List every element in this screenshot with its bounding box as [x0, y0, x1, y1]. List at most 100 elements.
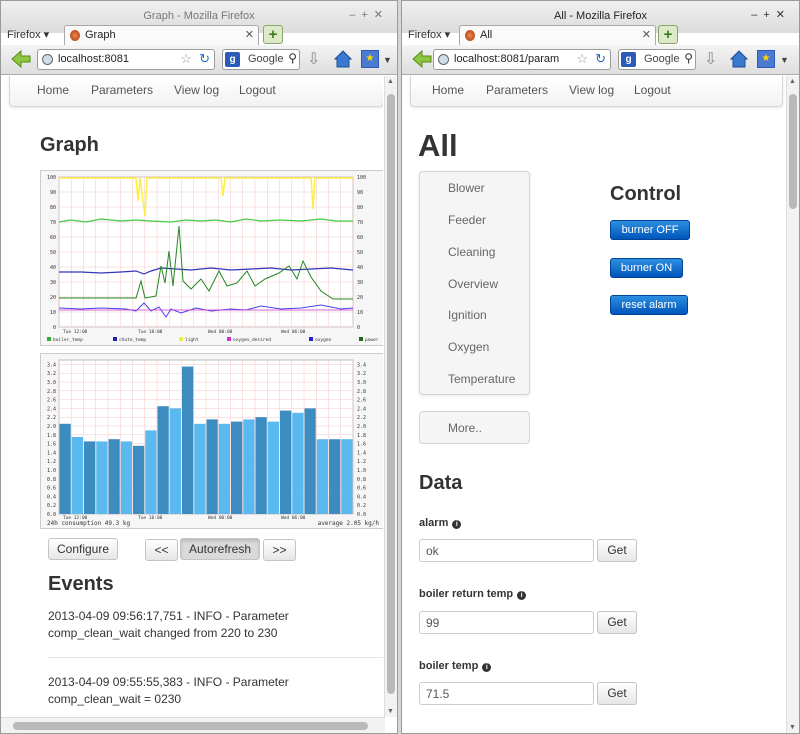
- nav-logout[interactable]: Logout: [239, 83, 276, 97]
- home-icon[interactable]: [730, 50, 748, 68]
- bar-chart-svg: 3.4 3.2 3.0 2.8 2.6 2.4 2.2 2.0 1.8 1.6 1.4 1.2 1.0 0…: [47, 359, 380, 527]
- reload-icon[interactable]: ↻: [595, 51, 606, 67]
- prev-button[interactable]: <<: [145, 539, 178, 561]
- search-icon[interactable]: ⚲: [288, 51, 297, 65]
- sidenav-item-oxygen[interactable]: Oxygen: [448, 340, 489, 354]
- scroll-up-icon[interactable]: ▲: [387, 78, 394, 85]
- firefox-menu-button[interactable]: Firefox ▾: [7, 28, 49, 41]
- sidenav-item-ignition[interactable]: Ignition: [448, 308, 487, 322]
- horizontal-scrollbar[interactable]: [1, 717, 385, 733]
- event-item: 2013-04-09 09:55:55,383 - INFO - Paramet…: [48, 675, 289, 706]
- scrollbar-thumb[interactable]: [387, 94, 395, 694]
- bar: [218, 423, 230, 514]
- scrollbar-thumb[interactable]: [13, 722, 368, 730]
- bookmark-star-icon[interactable]: ☆: [180, 51, 192, 67]
- more-button[interactable]: More..: [419, 411, 530, 444]
- browser-tab-graph[interactable]: Graph ✕: [64, 25, 259, 45]
- scroll-down-icon[interactable]: ▼: [789, 724, 796, 731]
- x-axis-labels: Tue 12:00 Tue 18:00 Wed 00:00 Wed 06:00: [63, 329, 306, 335]
- sidenav-item-blower[interactable]: Blower: [448, 181, 485, 195]
- boiler-temp-input[interactable]: 71.5: [419, 682, 594, 705]
- bar: [243, 419, 255, 514]
- info-icon[interactable]: i: [452, 520, 462, 529]
- autorefresh-button[interactable]: Autorefresh: [180, 538, 260, 560]
- reset-alarm-button[interactable]: reset alarm: [610, 295, 688, 315]
- search-bar[interactable]: g Google ⚲: [222, 49, 300, 70]
- scroll-up-icon[interactable]: ▲: [789, 78, 796, 85]
- sidenav-item-cleaning[interactable]: Cleaning: [448, 245, 495, 259]
- y-axis-labels-right: 3.4 3.2 3.0 2.8 2.6 2.4 2.2 2.0 1.8 1.6 1.4 1.2 1.0 0…: [357, 362, 366, 518]
- browser-tab-all[interactable]: All ✕: [459, 25, 656, 45]
- back-arrow-icon[interactable]: [412, 50, 432, 68]
- reload-icon[interactable]: ↻: [199, 51, 210, 67]
- y-tick-label: 3.2: [357, 371, 366, 377]
- nav-parameters[interactable]: Parameters: [91, 83, 153, 97]
- y-tick-label: 10: [50, 310, 56, 316]
- y-axis-labels-right: 1009080706050403020100: [357, 175, 366, 331]
- new-tab-button[interactable]: +: [263, 25, 283, 44]
- y-tick-label: 2.8: [357, 389, 366, 395]
- tab-label: All: [480, 29, 493, 41]
- y-tick-label: 40: [357, 265, 363, 271]
- nav-view-log[interactable]: View log: [174, 83, 219, 97]
- burner-on-button[interactable]: burner ON: [610, 258, 683, 278]
- scrollbar-thumb[interactable]: [789, 94, 797, 209]
- field-label-boiler-return-temp: boiler return temp i: [419, 588, 527, 600]
- vertical-scrollbar[interactable]: ▲ ▼: [384, 76, 397, 717]
- y-tick-label: 1.0: [47, 468, 56, 474]
- boiler-return-temp-input[interactable]: 99: [419, 611, 594, 634]
- back-arrow-icon[interactable]: [11, 50, 31, 68]
- nav-view-log[interactable]: View log: [569, 83, 614, 97]
- url-text: localhost:8081: [58, 53, 129, 65]
- close-tab-icon[interactable]: ✕: [245, 28, 254, 41]
- menu-chevron-icon[interactable]: ▼: [780, 55, 789, 65]
- y-tick-label: 3.4: [357, 362, 366, 368]
- boiler-return-temp-get-button[interactable]: Get: [597, 611, 637, 634]
- url-bar[interactable]: localhost:8081/param ☆ ↻: [433, 49, 611, 70]
- consumption-average: average 2.05 kg/h: [318, 520, 380, 527]
- nav-logout[interactable]: Logout: [634, 83, 671, 97]
- bar: [206, 419, 218, 514]
- y-tick-label: 70: [50, 220, 56, 226]
- favicon-icon: [465, 30, 475, 41]
- bookmarks-icon[interactable]: ★: [757, 50, 775, 68]
- home-icon[interactable]: [334, 50, 352, 68]
- y-tick-label: 50: [357, 250, 363, 256]
- sidenav-item-overview[interactable]: Overview: [448, 277, 498, 291]
- firefox-menu-button[interactable]: Firefox ▾: [408, 28, 450, 41]
- search-icon[interactable]: ⚲: [684, 51, 693, 65]
- y-tick-label: 0: [357, 325, 360, 331]
- alarm-input[interactable]: ok: [419, 539, 594, 562]
- bookmark-star-icon[interactable]: ☆: [576, 51, 588, 67]
- nav-home[interactable]: Home: [37, 83, 69, 97]
- download-icon[interactable]: ⇩: [704, 49, 717, 69]
- menu-chevron-icon[interactable]: ▼: [383, 55, 392, 65]
- alarm-get-button[interactable]: Get: [597, 539, 637, 562]
- bar: [157, 406, 169, 514]
- app-navbar: Home Parameters View log Logout: [410, 76, 783, 107]
- nav-parameters[interactable]: Parameters: [486, 83, 548, 97]
- next-button[interactable]: >>: [263, 539, 296, 561]
- legend-label: boiler_temp: [53, 337, 83, 343]
- sidenav-item-feeder[interactable]: Feeder: [448, 213, 486, 227]
- search-bar[interactable]: g Google ⚲: [618, 49, 696, 70]
- window-controls[interactable]: –+✕: [349, 8, 389, 21]
- url-bar[interactable]: localhost:8081 ☆ ↻: [37, 49, 215, 70]
- sidenav-item-temperature[interactable]: Temperature: [448, 372, 515, 386]
- legend-label: oxygen_desired: [233, 337, 271, 343]
- boiler-temp-get-button[interactable]: Get: [597, 682, 637, 705]
- x-tick-label: Tue 12:00: [63, 329, 88, 335]
- download-icon[interactable]: ⇩: [307, 49, 320, 69]
- scroll-down-icon[interactable]: ▼: [387, 708, 394, 715]
- window-controls[interactable]: –+✕: [751, 8, 791, 21]
- info-icon[interactable]: i: [482, 663, 492, 672]
- nav-home[interactable]: Home: [432, 83, 464, 97]
- bookmarks-icon[interactable]: ★: [361, 50, 379, 68]
- y-tick-label: 1.4: [357, 450, 366, 456]
- close-tab-icon[interactable]: ✕: [642, 28, 651, 41]
- vertical-scrollbar[interactable]: ▲ ▼: [786, 76, 799, 733]
- info-icon[interactable]: i: [517, 591, 527, 600]
- burner-off-button[interactable]: burner OFF: [610, 220, 690, 240]
- configure-button[interactable]: Configure: [48, 538, 118, 560]
- new-tab-button[interactable]: +: [658, 25, 678, 44]
